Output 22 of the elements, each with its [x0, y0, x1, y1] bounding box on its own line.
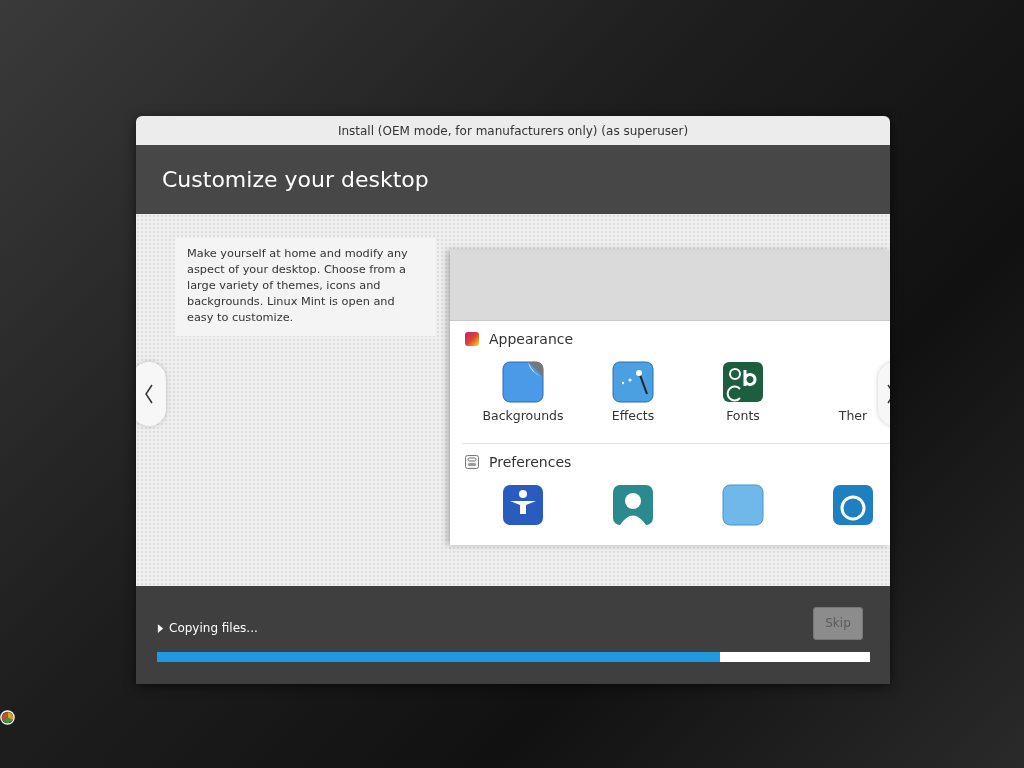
item-label[interactable]: Effects	[611, 408, 655, 423]
expander-icon[interactable]	[157, 622, 164, 634]
page-title: Customize your desktop	[162, 167, 429, 192]
window-title: Install (OEM mode, for manufacturers only) (as superuser)	[136, 116, 890, 145]
item-label[interactable]: Backgrounds	[482, 408, 564, 423]
user-icon[interactable]	[612, 484, 654, 526]
toggles-icon	[464, 454, 480, 470]
description-text: Make yourself at home and modify any aspect of your desktop. Choose from a large variety of themes, icons and backgrounds. Linux Mint is open and easy to customize.	[175, 238, 435, 336]
app-icon[interactable]	[722, 484, 764, 526]
clock-icon[interactable]	[832, 484, 874, 526]
palette-icon	[464, 331, 480, 347]
status-text: Copying files...	[169, 621, 258, 635]
item-label[interactable]: Ther	[838, 408, 868, 423]
item-label[interactable]: Fonts	[726, 408, 760, 423]
section-title: Preferences	[489, 454, 572, 470]
accessibility-icon[interactable]	[502, 484, 544, 526]
section-title: Appearance	[489, 331, 574, 347]
font-icon[interactable]	[722, 361, 764, 403]
menu-icon[interactable]	[0, 710, 15, 725]
page-icon[interactable]	[502, 361, 544, 403]
chevron-left-icon	[144, 383, 154, 405]
magic-wand-icon[interactable]	[612, 361, 654, 403]
